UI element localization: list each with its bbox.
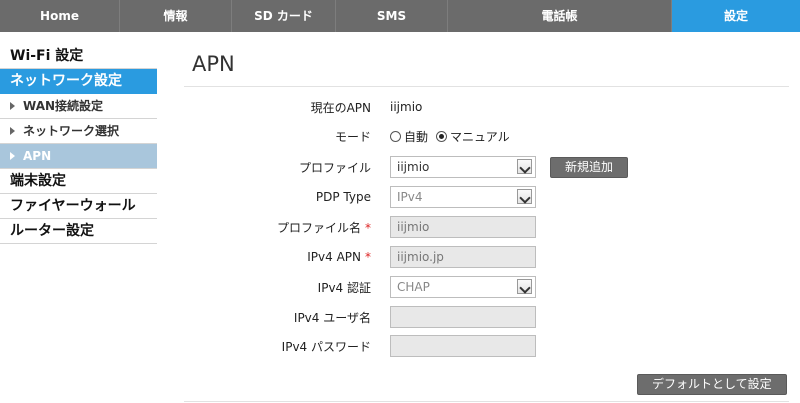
ipv4-auth-select-value: CHAP [397, 280, 430, 294]
triangle-right-icon [10, 127, 15, 135]
tab-sms[interactable]: SMS [336, 0, 448, 32]
sidebar-item-label: WAN接続設定 [23, 99, 104, 113]
ipv4-user-input[interactable] [390, 306, 536, 328]
radio-auto[interactable] [390, 130, 401, 142]
mode-manual-label: マニュアル [450, 129, 510, 144]
pdp-type-row: PDP Type IPv4 [184, 185, 789, 209]
radio-manual[interactable] [436, 130, 448, 142]
chevron-down-icon[interactable] [517, 159, 532, 174]
mode-radio-group: 自動 マニュアル [390, 128, 518, 145]
sidebar-item-device-settings[interactable]: 端末設定 [0, 169, 157, 194]
chevron-down-icon[interactable] [517, 189, 532, 204]
pdp-type-select-value: IPv4 [397, 190, 423, 204]
ipv4-user-label: IPv4 ユーザ名 [293, 310, 371, 325]
required-mark: * [365, 220, 371, 235]
sidebar-item-label: ネットワーク選択 [23, 124, 120, 138]
chevron-down-icon[interactable] [517, 279, 532, 294]
ipv4-auth-row: IPv4 認証 CHAP [184, 275, 789, 299]
sidebar-item-network-settings[interactable]: ネットワーク設定 [0, 69, 157, 94]
tab-settings[interactable]: 設定 [672, 0, 800, 32]
tab-home[interactable]: Home [0, 0, 120, 32]
current-apn-row: 現在のAPN iijmio [184, 95, 789, 119]
ipv4-apn-label: IPv4 APN * [307, 250, 371, 264]
tab-phonebook[interactable]: 電話帳 [448, 0, 672, 32]
sidebar-item-firewall[interactable]: ファイヤーウォール [0, 194, 157, 219]
pdp-type-select[interactable]: IPv4 [390, 186, 536, 208]
ipv4-auth-label: IPv4 認証 [317, 280, 371, 295]
profile-row: プロファイル iijmio 新規追加 [184, 155, 789, 179]
triangle-right-icon [10, 152, 15, 160]
ipv4-password-row: IPv4 パスワード [184, 334, 789, 358]
mode-auto-label: 自動 [404, 129, 429, 144]
current-apn-label: 現在のAPN [310, 100, 371, 115]
mode-auto-option[interactable]: 自動 [390, 128, 428, 145]
divider [184, 401, 789, 402]
add-profile-button[interactable]: 新規追加 [550, 157, 629, 178]
ipv4-auth-select[interactable]: CHAP [390, 276, 536, 298]
ipv4-password-input[interactable] [390, 335, 536, 357]
profile-label: プロファイル [298, 160, 371, 175]
sidebar-item-wifi-settings[interactable]: Wi-Fi 設定 [0, 44, 157, 69]
sidebar: Wi-Fi 設定 ネットワーク設定 WAN接続設定 ネットワーク選択 APN 端… [0, 44, 157, 244]
profile-name-input[interactable]: iijmio [390, 216, 536, 238]
divider [184, 86, 789, 87]
ipv4-apn-input[interactable]: iijmio.jp [390, 246, 536, 268]
tab-sd-card[interactable]: SD カード [232, 0, 336, 32]
profile-select-value: iijmio [397, 160, 430, 174]
tab-info[interactable]: 情報 [120, 0, 232, 32]
set-default-button[interactable]: デフォルトとして設定 [637, 374, 787, 395]
ipv4-apn-row: IPv4 APN * iijmio.jp [184, 245, 789, 269]
sidebar-item-apn[interactable]: APN [0, 144, 157, 169]
mode-label: モード [334, 129, 371, 144]
sidebar-item-router-settings[interactable]: ルーター設定 [0, 219, 157, 244]
profile-name-row: プロファイル名 * iijmio [184, 215, 789, 239]
top-navigation: Home 情報 SD カード SMS 電話帳 設定 [0, 0, 800, 32]
sidebar-item-network-select[interactable]: ネットワーク選択 [0, 119, 157, 144]
triangle-right-icon [10, 102, 15, 110]
mode-manual-option[interactable]: マニュアル [436, 128, 510, 145]
current-apn-value: iijmio [390, 100, 423, 114]
required-mark: * [365, 250, 371, 264]
sidebar-item-label: APN [23, 149, 52, 163]
ipv4-user-row: IPv4 ユーザ名 [184, 305, 789, 329]
ipv4-password-label: IPv4 パスワード [281, 339, 371, 354]
pdp-type-label: PDP Type [315, 190, 371, 204]
sidebar-item-wan[interactable]: WAN接続設定 [0, 94, 157, 119]
page-title: APN [192, 52, 235, 76]
mode-row: モード 自動 マニュアル [184, 124, 789, 148]
profile-select[interactable]: iijmio [390, 156, 536, 178]
profile-name-label: プロファイル名 * [276, 220, 371, 235]
